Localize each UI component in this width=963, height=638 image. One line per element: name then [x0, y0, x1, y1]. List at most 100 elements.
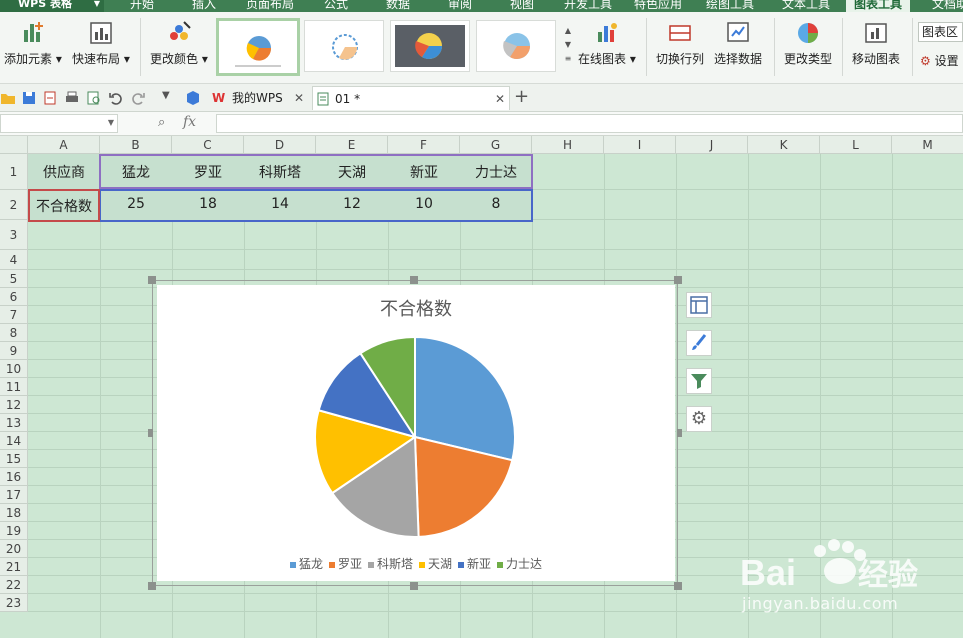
row-header-18[interactable]: 18: [0, 504, 28, 522]
row-header-19[interactable]: 19: [0, 522, 28, 540]
chart-style-1[interactable]: [216, 18, 300, 76]
column-header-f[interactable]: F: [388, 136, 460, 154]
column-header-d[interactable]: D: [244, 136, 316, 154]
menu-text-tools[interactable]: 文本工具: [782, 0, 830, 12]
cell-d2[interactable]: 14: [244, 196, 316, 212]
tab-my-wps[interactable]: W 我的WPS ✕: [210, 86, 310, 110]
row-header-14[interactable]: 14: [0, 432, 28, 450]
legend-item[interactable]: 新亚: [458, 555, 491, 572]
row-header-12[interactable]: 12: [0, 396, 28, 414]
cell-b2[interactable]: 25: [100, 196, 172, 212]
column-header-h[interactable]: H: [532, 136, 604, 154]
switch-row-col-button[interactable]: 切换行列: [656, 20, 704, 67]
open-folder-icon[interactable]: [0, 90, 16, 106]
column-header-b[interactable]: B: [100, 136, 172, 154]
redo-icon[interactable]: [130, 90, 146, 106]
row-header-13[interactable]: 13: [0, 414, 28, 432]
row-header-16[interactable]: 16: [0, 468, 28, 486]
row-header-22[interactable]: 22: [0, 576, 28, 594]
chart-legend[interactable]: 猛龙 罗亚 科斯塔 天湖 新亚 力士达: [157, 555, 675, 572]
resize-handle[interactable]: [674, 582, 682, 590]
resize-handle[interactable]: [148, 276, 156, 284]
row-header-8[interactable]: 8: [0, 324, 28, 342]
chart-style-tool[interactable]: [686, 330, 712, 356]
tab-document[interactable]: 01 * ✕: [312, 86, 510, 110]
column-header-j[interactable]: J: [676, 136, 748, 154]
row-header-11[interactable]: 11: [0, 378, 28, 396]
row-header-20[interactable]: 20: [0, 540, 28, 558]
cell-g1[interactable]: 力士达: [460, 162, 532, 182]
row-header-10[interactable]: 10: [0, 360, 28, 378]
menu-special[interactable]: 特色应用: [634, 0, 682, 12]
cell-c1[interactable]: 罗亚: [172, 162, 244, 182]
cell-g2[interactable]: 8: [460, 196, 532, 212]
select-all-corner[interactable]: [0, 136, 28, 154]
quick-layout-button[interactable]: 快速布局 ▾: [72, 20, 130, 67]
row-header-23[interactable]: 23: [0, 594, 28, 612]
add-element-button[interactable]: 添加元素 ▾: [4, 20, 62, 67]
pie-chart[interactable]: 不合格数 猛龙 罗亚 科斯塔 天湖 新亚 力士达: [157, 285, 675, 581]
cell-e1[interactable]: 天湖: [316, 162, 388, 182]
row-header-3[interactable]: 3: [0, 220, 28, 250]
menu-doc-helper[interactable]: 文档助: [932, 0, 963, 12]
cell-f1[interactable]: 新亚: [388, 162, 460, 182]
customize-toolbar-icon[interactable]: ▼: [162, 90, 178, 106]
resize-handle[interactable]: [148, 582, 156, 590]
wps-cube-icon[interactable]: [185, 90, 201, 106]
cell-a2[interactable]: 不合格数: [28, 196, 100, 216]
menu-drawing-tools[interactable]: 绘图工具: [706, 0, 754, 12]
column-header-a[interactable]: A: [28, 136, 100, 154]
row-header-21[interactable]: 21: [0, 558, 28, 576]
column-header-c[interactable]: C: [172, 136, 244, 154]
column-header-m[interactable]: M: [892, 136, 963, 154]
chart-area-select[interactable]: 图表区: [918, 22, 963, 42]
resize-handle[interactable]: [410, 276, 418, 284]
legend-item[interactable]: 科斯塔: [367, 555, 413, 572]
legend-item[interactable]: 罗亚: [328, 555, 362, 572]
chevron-down-icon[interactable]: ▼: [562, 38, 574, 52]
save-icon[interactable]: [21, 90, 37, 106]
chevron-up-icon[interactable]: ▲: [562, 24, 574, 38]
column-header-e[interactable]: E: [316, 136, 388, 154]
print-icon[interactable]: [64, 90, 80, 106]
close-icon[interactable]: ✕: [294, 86, 304, 110]
name-box[interactable]: ▼: [0, 114, 118, 133]
select-data-button[interactable]: 选择数据: [714, 20, 762, 67]
undo-icon[interactable]: [108, 90, 124, 106]
move-chart-button[interactable]: 移动图表: [852, 20, 900, 67]
legend-item[interactable]: 天湖: [419, 555, 452, 572]
chart-style-4[interactable]: [476, 20, 556, 72]
row-header-4[interactable]: 4: [0, 250, 28, 270]
menu-home[interactable]: 开始: [130, 0, 154, 12]
legend-item[interactable]: 猛龙: [289, 555, 323, 572]
row-header-5[interactable]: 5: [0, 270, 28, 288]
menu-chart-tools[interactable]: 图表工具: [846, 0, 911, 12]
chart-filter-tool[interactable]: [686, 368, 712, 394]
gallery-scroll[interactable]: ▲ ▼ ≡: [562, 24, 574, 84]
close-icon[interactable]: ✕: [495, 87, 505, 111]
chart-settings-tool[interactable]: ⚙: [686, 406, 712, 432]
export-pdf-icon[interactable]: [42, 90, 58, 106]
menu-developer[interactable]: 开发工具: [564, 0, 612, 12]
chart-style-3[interactable]: [390, 20, 470, 72]
cell-d1[interactable]: 科斯塔: [244, 162, 316, 182]
menu-page-layout[interactable]: 页面布局: [246, 0, 294, 12]
column-header-l[interactable]: L: [820, 136, 892, 154]
column-header-k[interactable]: K: [748, 136, 820, 154]
app-menu-button[interactable]: WPS 表格 ▼: [0, 0, 104, 12]
column-header-i[interactable]: I: [604, 136, 676, 154]
resize-handle[interactable]: [677, 429, 682, 437]
menu-review[interactable]: 审阅: [448, 0, 472, 12]
column-header-g[interactable]: G: [460, 136, 532, 154]
search-icon[interactable]: ⌕: [158, 115, 165, 130]
resize-handle[interactable]: [410, 582, 418, 590]
settings-button[interactable]: ⚙ 设置: [920, 52, 959, 69]
menu-data[interactable]: 数据: [386, 0, 410, 12]
row-header-17[interactable]: 17: [0, 486, 28, 504]
chevron-down-icon[interactable]: ▼: [108, 118, 114, 127]
menu-insert[interactable]: 插入: [192, 0, 216, 12]
function-icon[interactable]: fx: [183, 114, 196, 130]
print-preview-icon[interactable]: [86, 90, 102, 106]
row-header-7[interactable]: 7: [0, 306, 28, 324]
cell-b1[interactable]: 猛龙: [100, 162, 172, 182]
